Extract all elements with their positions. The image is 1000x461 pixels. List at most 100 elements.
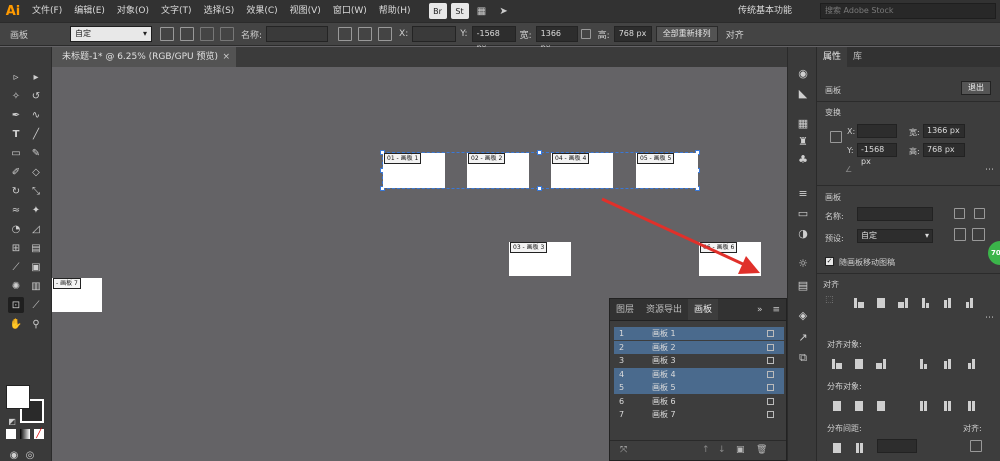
y-input[interactable]: -1568 px (471, 26, 516, 52)
exit-button[interactable]: 退出 (961, 81, 991, 95)
align-objects-bottom-icon[interactable] (965, 357, 977, 369)
move-down-icon[interactable]: ↓ (718, 445, 726, 455)
artboard-row-name[interactable]: 画板 4 (652, 368, 676, 381)
align-vertical-center-icon[interactable] (941, 296, 953, 308)
perspective-grid-icon[interactable]: ◿ (28, 221, 44, 237)
artboard-options-icon[interactable] (767, 330, 774, 337)
tab-properties[interactable]: 属性 (817, 47, 848, 67)
eraser-icon[interactable]: ◇ (28, 164, 44, 180)
zoom-tool-icon[interactable]: ⚲ (28, 316, 44, 332)
align-objects-left-icon[interactable] (831, 357, 843, 369)
landscape-icon[interactable] (972, 228, 985, 241)
expand-icon[interactable]: » (753, 299, 767, 320)
artboard-list-row[interactable]: 6 画板 6 (614, 395, 784, 408)
preset-select[interactable]: 自定 ▾ (70, 26, 152, 42)
gradient-mode-icon[interactable] (20, 429, 30, 439)
menu-select[interactable]: 选择(S) (198, 0, 241, 22)
spacing-input[interactable] (877, 439, 917, 453)
artboard-row-name[interactable]: 画板 5 (652, 381, 676, 394)
default-colors-icon[interactable]: ◩ (4, 413, 20, 429)
gradient-icon[interactable]: ▭ (796, 207, 810, 220)
move-up-icon[interactable]: ↑ (702, 445, 710, 455)
slice-tool-icon[interactable]: ⟋ (28, 297, 44, 313)
none-mode-icon[interactable]: ╱ (34, 429, 44, 439)
more-options-icon[interactable]: ⋯ (985, 165, 994, 175)
arrange-documents-icon[interactable]: ▦ (473, 3, 491, 19)
artboard-options-icon[interactable] (358, 27, 373, 41)
menu-object[interactable]: 对象(O) (111, 0, 155, 22)
scale-tool-icon[interactable]: ⤡ (28, 183, 44, 199)
magic-wand-icon[interactable]: ✧ (8, 88, 24, 104)
artboards-icon[interactable]: ⧉ (796, 351, 810, 364)
landscape-icon[interactable] (180, 27, 194, 41)
new-artboard-icon[interactable] (954, 208, 965, 219)
stroke-icon[interactable]: ≡ (796, 187, 810, 200)
new-artboard-icon[interactable] (200, 27, 214, 41)
curvature-tool-icon[interactable]: ∿ (28, 107, 44, 123)
align-selection-icon[interactable]: ⬚ (825, 295, 834, 305)
artboard-row-name[interactable]: 画板 2 (652, 341, 676, 354)
tab-asset-export[interactable]: 资源导出 (640, 299, 688, 320)
portrait-icon[interactable] (954, 228, 966, 241)
artboard-options-icon[interactable] (767, 397, 774, 405)
artboard-row-name[interactable]: 画板 3 (652, 354, 676, 367)
menu-type[interactable]: 文字(T) (155, 0, 198, 22)
send-icon[interactable]: ➤ (495, 3, 513, 19)
menu-window[interactable]: 窗口(W) (327, 0, 373, 22)
tab-artboards[interactable]: 画板 (688, 299, 719, 320)
color-mode-icon[interactable] (6, 429, 16, 439)
artboard-options-icon[interactable] (767, 357, 774, 364)
color-guide-icon[interactable]: ◣ (796, 87, 810, 100)
fill-swatch[interactable] (6, 385, 30, 409)
stock-icon[interactable]: St (450, 3, 469, 19)
lasso-icon[interactable]: ↺ (28, 88, 44, 104)
shaper-tool-icon[interactable]: ✐ (8, 164, 24, 180)
direct-selection-tool-icon[interactable]: ▸ (28, 69, 44, 85)
align-horizontal-center-icon[interactable] (875, 296, 887, 308)
swatches-icon[interactable]: ▦ (796, 117, 810, 130)
tab-libraries[interactable]: 库 (847, 47, 868, 67)
x-input[interactable] (857, 124, 897, 138)
rectangle-tool-icon[interactable]: ▭ (8, 145, 24, 161)
type-tool-icon[interactable]: T (8, 126, 24, 142)
artboard-list-row[interactable]: 3 画板 3 (614, 354, 784, 367)
graphic-styles-icon[interactable]: ▤ (796, 279, 810, 292)
appearance-icon[interactable]: ☼ (796, 257, 810, 270)
symbol-sprayer-icon[interactable]: ✺ (8, 278, 24, 294)
align-objects-hcenter-icon[interactable] (853, 357, 865, 369)
draw-behind-icon[interactable]: ◎ (22, 447, 38, 461)
distribute-vcenter-icon[interactable] (853, 399, 865, 411)
distribute-vertical-spacing-icon[interactable] (831, 441, 843, 453)
align-objects-vcenter-icon[interactable] (941, 357, 953, 369)
link-icon[interactable] (580, 29, 591, 39)
align-to-selection-icon[interactable] (970, 440, 982, 452)
artboard-list-row[interactable]: 2 画板 2 (614, 340, 784, 354)
selection-tool-icon[interactable]: ▹ (8, 69, 24, 85)
hand-tool-icon[interactable]: ✋ (8, 316, 24, 332)
pen-tool-icon[interactable]: ✒ (8, 107, 24, 123)
rearrange-all-button[interactable]: 全部重新排列 (655, 26, 718, 42)
column-graph-icon[interactable]: ▥ (28, 278, 44, 294)
artboard-row-name[interactable]: 画板 7 (652, 408, 676, 421)
artboard-options-icon[interactable] (767, 411, 774, 418)
puppet-warp-icon[interactable]: ✦ (28, 202, 44, 218)
rotate-tool-icon[interactable]: ↻ (8, 183, 24, 199)
layers-icon[interactable]: ◈ (796, 309, 810, 322)
menu-view[interactable]: 视图(V) (284, 0, 327, 22)
reference-point-icon[interactable] (830, 131, 842, 143)
blend-tool-icon[interactable]: ▣ (28, 259, 44, 275)
angle-icon[interactable]: ∠ (845, 165, 852, 174)
height-input[interactable]: 768 px (923, 143, 965, 157)
artboard-list-row[interactable]: 4 画板 4 (614, 367, 784, 381)
artboard-row-name[interactable]: 画板 6 (652, 395, 676, 408)
menu-help[interactable]: 帮助(H) (373, 0, 417, 22)
width-input[interactable]: 1366 px (923, 124, 965, 138)
shape-builder-icon[interactable]: ◔ (8, 221, 24, 237)
transparency-icon[interactable]: ◑ (796, 227, 810, 240)
move-with-artboard-checkbox[interactable]: ✓ (825, 257, 834, 266)
distribute-bottom-icon[interactable] (875, 399, 887, 411)
align-label[interactable]: 对齐 (726, 28, 744, 41)
delete-icon[interactable]: 🗑 (756, 445, 767, 455)
y-input[interactable]: -1568 px (857, 143, 897, 166)
draw-normal-icon[interactable]: ◉ (6, 447, 22, 461)
